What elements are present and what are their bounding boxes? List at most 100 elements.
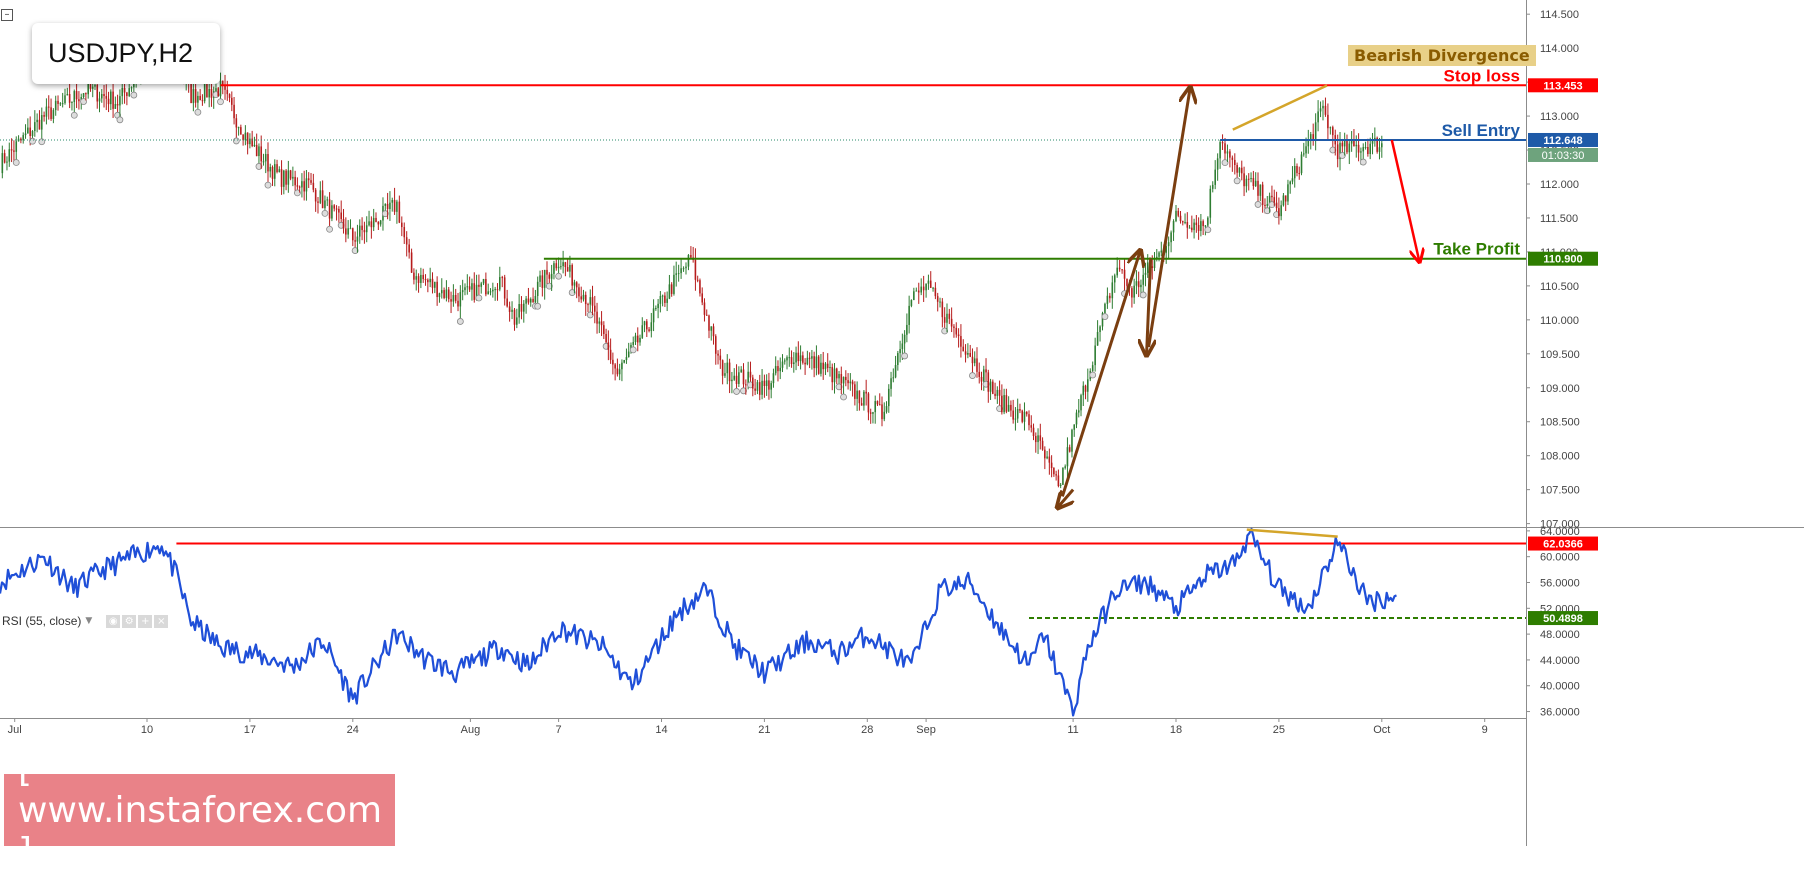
candle-body: [1346, 139, 1348, 153]
candle-body: [71, 102, 73, 104]
candle-body: [1135, 281, 1138, 286]
candle-body: [1214, 169, 1216, 185]
candle-body: [987, 372, 990, 392]
candle-body: [31, 130, 34, 136]
candle-body: [1329, 127, 1332, 129]
time-tick-label: 18: [1170, 724, 1182, 736]
event-marker: [70, 111, 78, 119]
candle-body: [487, 291, 489, 295]
candle-body: [1322, 105, 1324, 109]
candle-body: [326, 199, 329, 201]
candle-body: [699, 280, 701, 294]
candle-body: [1059, 484, 1062, 487]
candle-body: [464, 287, 466, 291]
candle-body: [808, 357, 811, 359]
candle-body: [643, 321, 646, 326]
candle-body: [627, 351, 630, 358]
candle-body: [735, 375, 738, 384]
candle-body: [677, 273, 680, 275]
candle-body: [745, 384, 747, 386]
candle-body: [969, 352, 971, 357]
candle-body: [1096, 332, 1099, 346]
candle-body: [508, 306, 511, 312]
candle-body: [403, 227, 406, 238]
take-profit-label: Take Profit: [1433, 240, 1520, 259]
candle-body: [777, 366, 779, 372]
candle-body: [668, 284, 671, 299]
candle-body: [15, 141, 18, 152]
candle-body: [50, 107, 52, 119]
candle-body: [957, 334, 960, 337]
candle-body: [206, 83, 208, 98]
candle-body: [1317, 111, 1319, 123]
candle-body: [1211, 184, 1214, 189]
candle-body: [797, 352, 800, 362]
event-marker: [475, 294, 483, 302]
price-tick-label: 110.000: [1540, 315, 1579, 327]
candle-body: [447, 289, 450, 300]
rsi-legend-label: RSI (55, close): [2, 614, 82, 628]
candle-body: [598, 321, 601, 324]
candle-body: [377, 221, 380, 225]
add-icon[interactable]: +: [138, 614, 153, 628]
candle-body: [532, 298, 534, 303]
rsi-tick-label: 36.0000: [1540, 707, 1580, 719]
candle-body: [614, 364, 616, 369]
candle-body: [1259, 184, 1262, 196]
candle-body: [971, 356, 974, 364]
candle-body: [593, 305, 596, 312]
candle-body: [714, 336, 717, 354]
collapse-toggle-icon[interactable]: –: [1, 9, 13, 21]
candle-body: [1010, 404, 1012, 411]
chart-area[interactable]: 107.000 107.500 108.000 108.500 109.000 109.5…: [0, 0, 1804, 846]
candle-body: [1309, 134, 1312, 140]
candle-body: [1032, 427, 1035, 436]
candle-body: [114, 104, 117, 109]
candle-body: [761, 380, 763, 395]
candle-body: [953, 326, 955, 328]
settings-icon[interactable]: ⚙: [122, 614, 137, 628]
candle-body: [276, 164, 278, 172]
candle-body: [1264, 204, 1266, 206]
candle-body: [701, 293, 704, 303]
candle-body: [1, 153, 4, 174]
rsi-legend-dropdown-icon[interactable]: ▼: [85, 616, 92, 626]
price-tick-label: 108.000: [1540, 451, 1580, 463]
candle-body: [100, 94, 103, 99]
candle-body: [790, 357, 793, 365]
candle-body: [960, 336, 962, 347]
candle-body: [609, 349, 612, 360]
candle-body: [1055, 474, 1057, 476]
candle-body: [1062, 467, 1064, 485]
candle-body: [1184, 221, 1186, 223]
candle-body: [303, 181, 305, 192]
candle-body: [1048, 456, 1051, 463]
candle-body: [1091, 365, 1094, 371]
take-profit-line-value: 110.900: [1543, 254, 1582, 266]
candle-body: [8, 149, 11, 162]
candle-body: [233, 104, 235, 119]
candle-body: [1068, 447, 1071, 452]
candle-body: [468, 286, 471, 290]
candle-body: [973, 358, 976, 364]
candle-body: [1172, 221, 1175, 233]
candle-body: [1273, 197, 1276, 203]
close-icon[interactable]: ×: [154, 614, 169, 628]
candle-body: [1158, 252, 1160, 257]
candle-body: [936, 296, 939, 302]
projection-arrow: [1390, 139, 1419, 261]
price-tick-label: 113.000: [1540, 111, 1579, 123]
event-marker: [534, 302, 542, 310]
candle-body: [1250, 177, 1252, 179]
candle-body: [328, 199, 331, 219]
event-marker: [130, 91, 138, 99]
candle-body: [240, 127, 242, 135]
candle-body: [333, 205, 336, 209]
candle-body: [1231, 157, 1234, 160]
candle-body: [682, 268, 685, 270]
candle-body: [840, 374, 843, 384]
candle-body: [6, 161, 8, 163]
candle-body: [1167, 242, 1170, 247]
eye-icon[interactable]: ◉: [106, 614, 121, 628]
rsi-series-line: [0, 527, 1397, 717]
